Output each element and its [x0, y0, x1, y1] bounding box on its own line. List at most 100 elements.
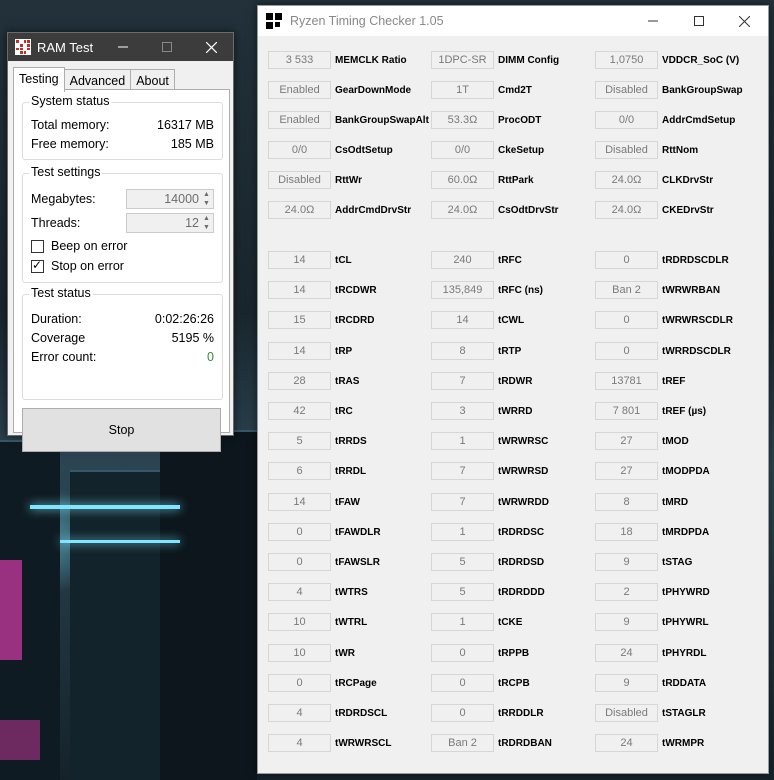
timing-label: BankGroupSwapAlt [335, 114, 429, 126]
timing-value: 5 [431, 553, 494, 571]
timing-label: RttPark [498, 174, 534, 186]
timing-label: tRCDWR [335, 284, 377, 296]
minimize-button[interactable] [630, 6, 676, 36]
megabytes-row: Megabytes: 14000 ▲ ▼ [31, 188, 214, 210]
timing-value: 24 [595, 734, 658, 752]
close-button[interactable] [721, 6, 767, 36]
stop-on-error-label: Stop on error [51, 259, 124, 273]
ryzen-titlebar[interactable]: Ryzen Timing Checker 1.05 [258, 6, 768, 36]
timing-label: tRCPB [498, 677, 530, 689]
stepper-up-icon[interactable]: ▲ [201, 215, 212, 223]
timing-field: 240 tRFC [431, 251, 522, 269]
minimize-icon [648, 20, 658, 22]
timing-field: 0/0 AddrCmdSetup [595, 111, 735, 129]
timing-label: AddrCmdSetup [662, 114, 736, 126]
timing-field: 60.0Ω RttPark [431, 171, 534, 189]
timing-value: 135,849 [431, 281, 494, 299]
timing-value: 15 [268, 311, 331, 329]
timing-label: VDDCR_SoC (V) [662, 54, 740, 66]
timing-label: tWRWRSD [498, 465, 549, 477]
timing-label: tWRWRSCDLR [662, 314, 733, 326]
timing-value: Ban 2 [431, 734, 494, 752]
timing-value: 53.3Ω [431, 111, 494, 129]
timing-field: 14 tFAW [268, 493, 360, 511]
close-button[interactable] [189, 33, 233, 61]
checkbox-unchecked-icon[interactable] [31, 239, 44, 253]
stop-button[interactable]: Stop [22, 408, 221, 452]
timing-value: 0 [431, 704, 494, 722]
timing-value: 14 [268, 342, 331, 360]
timing-field: 6 tRRDL [268, 462, 366, 480]
timing-label: tWRWRSC [498, 435, 549, 447]
timing-value: 24.0Ω [431, 201, 494, 219]
timing-value: 7 801 [595, 402, 658, 420]
timing-value: 1 [431, 613, 494, 631]
timing-field: 13781 tREF [595, 372, 685, 390]
stepper-down-icon[interactable]: ▼ [201, 200, 212, 208]
timing-label: tRAS [335, 375, 360, 387]
threads-label: Threads: [31, 216, 81, 230]
tab-testing[interactable]: Testing [13, 67, 65, 92]
timing-field: 0 tRCPage [268, 674, 377, 692]
timing-label: tCWL [498, 314, 525, 326]
threads-stepper[interactable]: 12 ▲ ▼ [126, 213, 214, 233]
timing-field: 24 tPHYRDL [595, 644, 706, 662]
ryzen-timing-checker-window: Ryzen Timing Checker 1.05 3 533 MEMCLK Ra… [257, 5, 769, 774]
timing-field: 3 533 MEMCLK Ratio [268, 51, 407, 69]
timing-label: AddrCmdDrvStr [335, 204, 412, 216]
timing-field: 0 tWRRDSCDLR [595, 342, 731, 360]
checkbox-checked-icon[interactable] [31, 258, 44, 273]
timing-label: RttWr [335, 174, 363, 186]
timing-value: 5 [431, 583, 494, 601]
maximize-button[interactable] [676, 6, 722, 36]
timing-label: tWRRD [498, 405, 533, 417]
timing-field: 2 tPHYWRD [595, 583, 710, 601]
timing-field: 135,849 tRFC (ns) [431, 281, 543, 299]
stepper-down-icon[interactable]: ▼ [201, 224, 212, 232]
timing-label: CsOdtDrvStr [498, 204, 559, 216]
threads-value: 12 [185, 216, 199, 230]
timing-label: tRDRDSCDLR [662, 254, 729, 266]
timing-value: 27 [595, 432, 658, 450]
timing-value: 3 [431, 402, 494, 420]
timing-label: Cmd2T [498, 84, 532, 96]
ram-test-window: RAM Test Testing Advanced About System s… [7, 32, 234, 452]
timing-field: 1,0750 VDDCR_SoC (V) [595, 51, 739, 69]
timing-field: 5 tRDRDDD [431, 583, 545, 601]
test-status-group: Test status Duration: 0:02:26:26 Coverag… [22, 286, 223, 400]
minimize-button[interactable] [101, 33, 145, 61]
timing-field: 1DPC-SR DIMM Config [431, 51, 559, 69]
timing-value: 0 [268, 523, 331, 541]
timing-value: 7 [431, 493, 494, 511]
maximize-button[interactable] [145, 33, 189, 61]
timing-value: 13781 [595, 372, 658, 390]
timing-label: tWR [335, 647, 355, 659]
timing-field: 0 tFAWDLR [268, 523, 381, 541]
timing-field: 18 tMRDPDA [595, 523, 709, 541]
timing-label: GearDownMode [335, 84, 412, 96]
timing-field: 7 tRDWR [431, 372, 532, 390]
stepper-up-icon[interactable]: ▲ [201, 191, 212, 199]
timing-label: tCL [335, 254, 352, 266]
timing-label: tPHYWRD [662, 586, 710, 598]
timing-value: 0 [268, 674, 331, 692]
timing-label: tRDWR [498, 375, 533, 387]
timing-field: 0 tRRDDLR [431, 704, 544, 722]
timing-label: tPHYWRL [662, 616, 709, 628]
timing-field: 9 tSTAG [595, 553, 692, 571]
timing-value: 1 [431, 432, 494, 450]
timing-field: Ban 2 tRDRDBAN [431, 734, 552, 752]
timing-field: 10 tWR [268, 644, 355, 662]
timing-value: 1 [431, 523, 494, 541]
timing-value: 18 [595, 523, 658, 541]
beep-on-error-checkbox[interactable]: Beep on error [31, 239, 127, 253]
megabytes-stepper[interactable]: 14000 ▲ ▼ [126, 189, 214, 209]
timing-label: tMRD [662, 496, 689, 508]
timing-label: tRFC (ns) [498, 284, 543, 296]
ram-test-titlebar[interactable]: RAM Test [8, 33, 233, 61]
timing-label: tRDRDSC [498, 526, 545, 538]
stop-on-error-checkbox[interactable]: Stop on error [31, 258, 124, 273]
timing-value: Enabled [268, 81, 331, 99]
timing-label: tREF [662, 375, 686, 387]
timing-value: 1T [431, 81, 494, 99]
